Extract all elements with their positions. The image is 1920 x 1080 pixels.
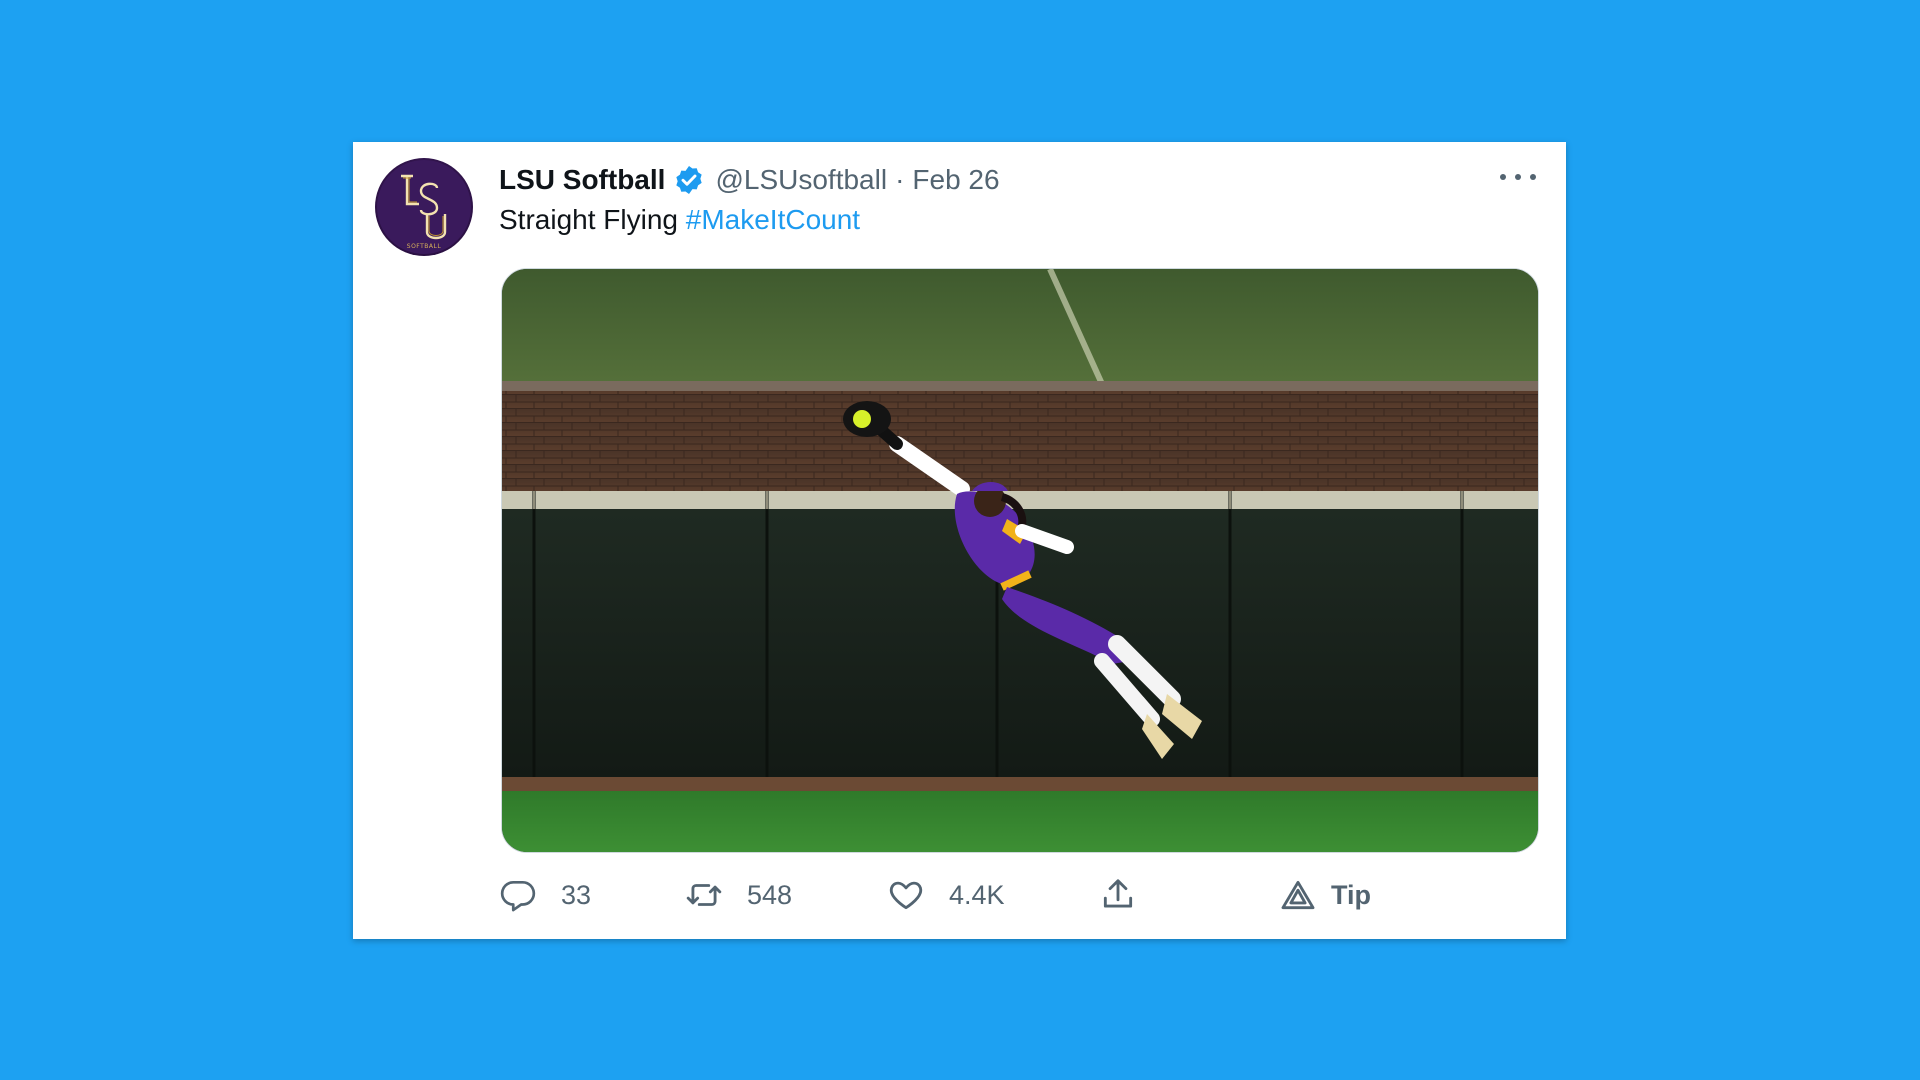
reply-icon [500,880,536,912]
retweet-count: 548 [747,879,793,910]
tweet-actions: 33 548 4.4K Tip [499,872,1499,918]
tip-label: Tip [1331,879,1371,910]
retweet-icon [686,884,722,906]
softball-catch-photo [502,269,1538,852]
share-button[interactable] [1099,872,1137,918]
more-options-button[interactable] [1500,164,1536,190]
tweet-header: LSU Softball @LSUsoftball · Feb 26 [499,160,1000,200]
share-icon [1103,879,1133,908]
display-name[interactable]: LSU Softball [499,164,665,196]
tweet-date[interactable]: Feb 26 [912,164,999,196]
verified-badge-icon [676,166,703,194]
reply-button[interactable]: 33 [499,872,591,918]
tweet-card[interactable]: SOFTBALL LSU Softball @LSUsoftball · Feb… [353,142,1566,939]
hashtag-link[interactable]: #MakeItCount [686,204,860,235]
tweet-photo[interactable] [501,268,1539,853]
more-icon [1500,174,1506,180]
separator: · [895,164,905,195]
tip-icon [1281,880,1315,910]
like-count: 4.4K [949,879,1005,910]
tweet-text: Straight Flying #MakeItCount [499,204,860,236]
more-icon-dot [1530,174,1536,180]
avatar-caption: SOFTBALL [407,243,442,250]
like-button[interactable]: 4.4K [887,872,1005,918]
tweet-body: Straight Flying [499,204,686,235]
handle[interactable]: @LSUsoftball [715,164,887,196]
lsu-logo-icon: SOFTBALL [377,160,471,254]
more-icon-dot [1515,174,1521,180]
like-icon [889,881,923,910]
retweet-button[interactable]: 548 [685,872,792,918]
tip-button[interactable]: Tip [1279,872,1371,918]
avatar[interactable]: SOFTBALL [375,158,473,256]
reply-count: 33 [561,879,592,910]
